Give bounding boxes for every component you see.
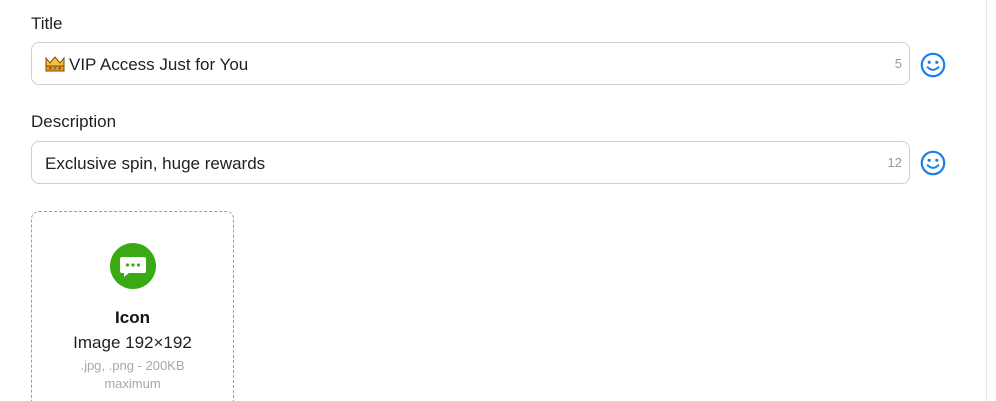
description-char-counter: 12 xyxy=(887,155,902,170)
panel-border xyxy=(986,0,987,401)
title-label: Title xyxy=(31,14,63,33)
description-label: Description xyxy=(31,112,117,131)
description-text: Exclusive spin, huge rewards xyxy=(45,154,266,173)
upload-title: Icon xyxy=(115,308,150,327)
upload-dimensions: Image 192×192 xyxy=(73,333,192,352)
title-char-counter: 5 xyxy=(894,56,902,71)
title-input-value: VIP Access Just for You xyxy=(45,55,248,77)
crown-icon xyxy=(45,56,65,77)
smiley-icon xyxy=(920,150,946,176)
chat-bubble-icon xyxy=(110,243,156,289)
title-input[interactable]: VIP Access Just for You 5 xyxy=(31,42,910,85)
smiley-icon xyxy=(920,52,946,78)
icon-upload-dropzone[interactable]: Icon Image 192×192 .jpg, .png - 200KB ma… xyxy=(31,211,234,401)
upload-format-note: .jpg, .png - 200KB maximum xyxy=(80,358,185,391)
title-text: VIP Access Just for You xyxy=(69,55,249,74)
notification-form: Title VIP Access Just for You 5 Descript… xyxy=(0,0,996,401)
title-emoji-button[interactable] xyxy=(920,52,946,78)
description-emoji-button[interactable] xyxy=(920,150,946,176)
description-input[interactable]: Exclusive spin, huge rewards 12 xyxy=(31,141,910,184)
